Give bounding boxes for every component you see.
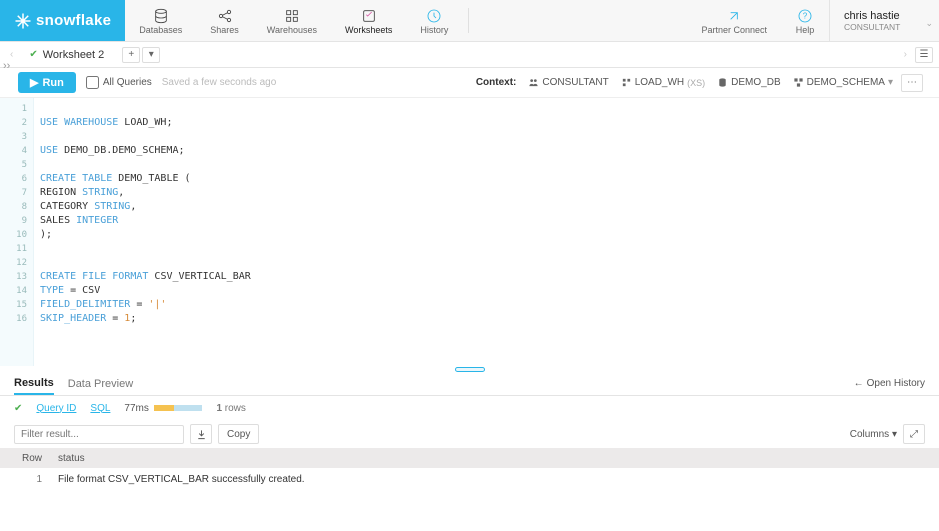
warehouse-icon <box>282 8 302 24</box>
context-schema-value: DEMO_SCHEMA <box>807 77 885 88</box>
filter-result-input[interactable] <box>14 425 184 444</box>
context-wh-size: (XS) <box>687 78 705 88</box>
worksheet-icon <box>359 8 379 24</box>
open-history-label: Open History <box>867 378 925 389</box>
pane-resize-handle[interactable] <box>0 366 939 372</box>
cell-status: File format CSV_VERTICAL_BAR successfull… <box>52 474 939 485</box>
play-icon: ▶ <box>30 76 38 89</box>
duration-bar-exec <box>174 405 202 411</box>
database-small-icon <box>717 77 728 88</box>
share-icon <box>215 8 235 24</box>
schema-icon <box>793 77 804 88</box>
columns-label: Columns <box>850 429 889 440</box>
brand-text: snowflake <box>36 12 111 29</box>
nav-label: Worksheets <box>345 25 392 35</box>
sql-editor[interactable]: 12345678910111213141516 USE WAREHOUSE LO… <box>0 98 939 366</box>
columns-dropdown[interactable]: Columns ▾ <box>850 429 897 440</box>
table-row: 1 File format CSV_VERTICAL_BAR successfu… <box>0 468 939 490</box>
search-worksheets-button[interactable]: ☰ <box>915 47 933 63</box>
tab-data-preview[interactable]: Data Preview <box>68 374 133 394</box>
sql-link[interactable]: SQL <box>90 403 110 414</box>
expand-sidebar[interactable]: ›› <box>3 60 10 72</box>
nav-warehouses[interactable]: Warehouses <box>253 0 331 41</box>
nav-shares[interactable]: Shares <box>196 0 253 41</box>
open-history-button[interactable]: ← Open History <box>854 378 925 389</box>
help[interactable]: ? Help <box>781 0 829 41</box>
context-warehouse[interactable]: LOAD_WH (XS) <box>617 75 709 90</box>
nav-history[interactable]: History <box>406 0 462 41</box>
context-more-button[interactable]: ⋯ <box>901 74 923 92</box>
nav-worksheets[interactable]: Worksheets <box>331 0 406 41</box>
code-area[interactable]: USE WAREHOUSE LOAD_WH; USE DEMO_DB.DEMO_… <box>34 98 939 366</box>
warehouse-small-icon <box>621 77 632 88</box>
col-header-status[interactable]: status <box>52 453 939 464</box>
worksheet-menu-button[interactable]: ▾ <box>142 47 160 63</box>
all-queries-toggle[interactable]: All Queries <box>86 76 152 89</box>
query-id-link[interactable]: Query ID <box>36 403 76 414</box>
line-gutter: 12345678910111213141516 <box>0 98 34 366</box>
snowflake-icon <box>14 12 32 30</box>
nav-label: Help <box>796 25 815 35</box>
role-icon <box>528 77 539 88</box>
context-schema[interactable]: DEMO_SCHEMA ▾ <box>789 75 897 90</box>
duration-bar-compile <box>154 405 174 411</box>
run-label: Run <box>42 77 63 89</box>
brand-logo[interactable]: snowflake <box>0 0 125 41</box>
context-database[interactable]: DEMO_DB <box>713 75 784 90</box>
user-name: chris hastie <box>844 10 925 22</box>
worksheet-name: Worksheet 2 <box>43 49 105 61</box>
cell-rownum: 1 <box>0 474 52 485</box>
run-button[interactable]: ▶ Run <box>18 72 76 93</box>
nav-label: Databases <box>139 25 182 35</box>
results-table: Row status 1 File format CSV_VERTICAL_BA… <box>0 448 939 490</box>
context-label: Context: <box>476 77 517 88</box>
nav-databases[interactable]: Databases <box>125 0 196 41</box>
user-menu[interactable]: chris hastie CONSULTANT ⌄ <box>829 0 939 41</box>
check-icon: ✔ <box>14 403 22 414</box>
all-queries-checkbox[interactable] <box>86 76 99 89</box>
nav-label: Warehouses <box>267 25 317 35</box>
chevron-down-icon: ▾ <box>888 77 893 88</box>
help-icon: ? <box>795 8 815 24</box>
svg-text:?: ? <box>803 12 808 21</box>
database-icon <box>151 8 171 24</box>
download-icon <box>196 429 207 440</box>
history-icon <box>424 8 444 24</box>
tab-prev[interactable]: ‹ <box>6 49 17 60</box>
context-db-value: DEMO_DB <box>731 77 780 88</box>
saved-status: Saved a few seconds ago <box>162 77 277 88</box>
tab-next[interactable]: › <box>900 49 911 60</box>
partner-icon <box>724 8 744 24</box>
expand-results-button[interactable]: ⤢ <box>903 424 925 444</box>
new-worksheet-button[interactable]: + <box>122 47 140 63</box>
nav-label: Partner Connect <box>701 25 767 35</box>
partner-connect[interactable]: Partner Connect <box>687 0 781 41</box>
download-button[interactable] <box>190 424 212 444</box>
nav-label: Shares <box>210 25 239 35</box>
query-duration: 77ms <box>124 403 148 414</box>
chevron-down-icon: ⌄ <box>925 18 933 29</box>
row-count-label: rows <box>225 403 246 414</box>
user-role: CONSULTANT <box>844 22 925 32</box>
context-role-value: CONSULTANT <box>542 77 608 88</box>
check-icon: ✔ <box>29 49 37 60</box>
col-header-row[interactable]: Row <box>0 453 52 464</box>
all-queries-label: All Queries <box>103 77 152 88</box>
tab-results[interactable]: Results <box>14 373 54 395</box>
context-role[interactable]: CONSULTANT <box>524 75 612 90</box>
worksheet-tab[interactable]: ✔ Worksheet 2 <box>17 42 116 67</box>
nav-label: History <box>420 25 448 35</box>
arrow-left-icon: ← <box>854 378 864 389</box>
context-wh-value: LOAD_WH <box>635 77 684 88</box>
row-count: 1 <box>216 403 222 414</box>
copy-button[interactable]: Copy <box>218 424 259 444</box>
